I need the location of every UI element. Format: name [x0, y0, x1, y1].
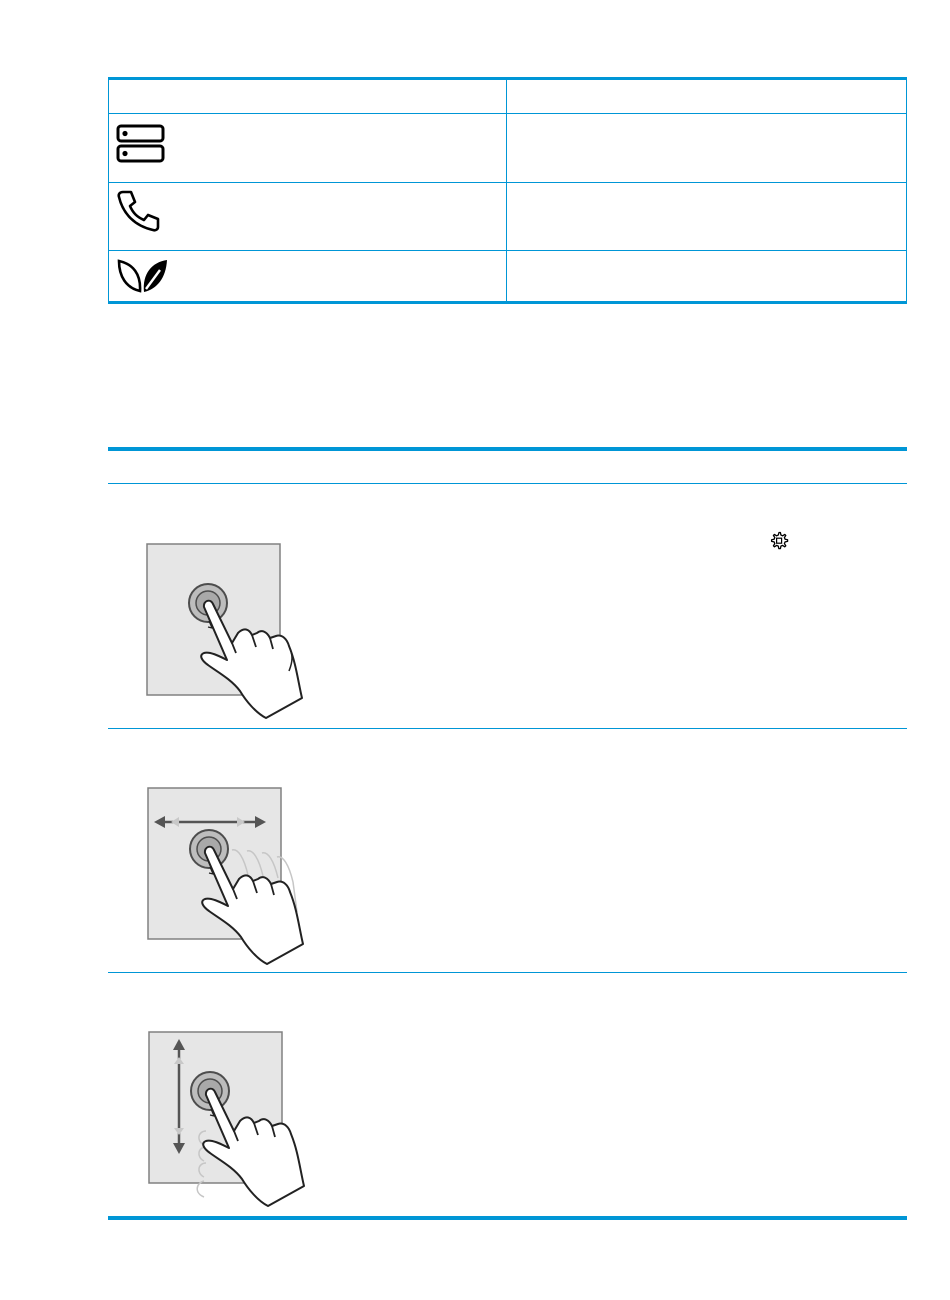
table-bottom-rule	[108, 301, 907, 304]
table-row	[108, 729, 907, 972]
table-row	[108, 183, 906, 250]
table-header-cell	[108, 80, 506, 113]
icon-table	[108, 77, 907, 304]
device-list-icon	[116, 124, 166, 169]
phone-icon	[116, 188, 160, 237]
table-header-cell	[507, 80, 906, 113]
gesture-table	[108, 447, 907, 1222]
settings-gear-icon	[769, 531, 789, 556]
table-row	[108, 973, 907, 1216]
table-row	[108, 114, 906, 182]
swipe-gesture-illustration	[147, 787, 312, 972]
scroll-gesture-illustration	[148, 1031, 313, 1216]
table-right-border	[906, 80, 907, 302]
leaf-icon	[116, 256, 170, 299]
table-header-cell	[108, 451, 907, 483]
touch-gesture-illustration	[146, 543, 311, 728]
table-row	[108, 484, 907, 728]
table-row	[108, 251, 906, 301]
table-bottom-rule	[108, 1216, 907, 1220]
